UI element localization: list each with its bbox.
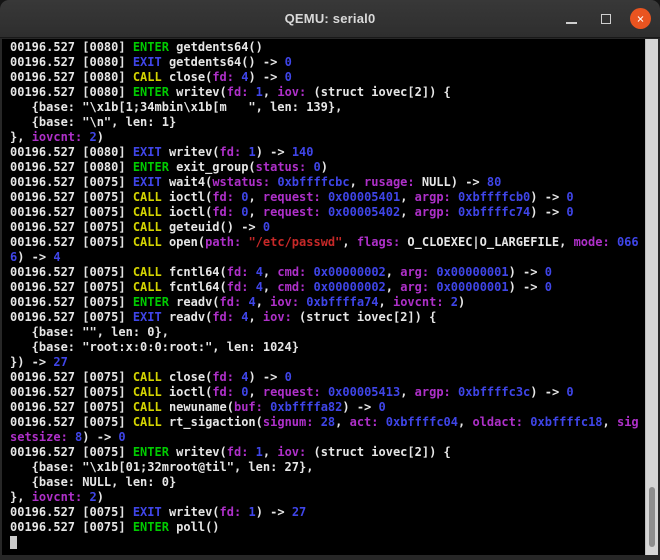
maximize-icon [601, 13, 611, 24]
terminal-line: 00196.527 [0080] ENTER exit_group(status… [10, 160, 328, 174]
terminal-line: 00196.527 [0075] CALL fcntl64(fd: 4, cmd… [10, 265, 552, 279]
terminal-line: 00196.527 [0075] CALL rt_sigaction(signu… [10, 415, 639, 429]
terminal-line: 00196.527 [0080] EXIT getdents64() -> 0 [10, 55, 292, 69]
terminal-line: 00196.527 [0075] CALL ioctl(fd: 0, reque… [10, 190, 574, 204]
terminal-line: {base: "\x1b[1;34mbin\x1b[m ", len: 139}… [10, 100, 343, 114]
terminal-line: 00196.527 [0080] EXIT writev(fd: 1) -> 1… [10, 145, 314, 159]
terminal-line: }, iovcnt: 2) [10, 490, 104, 504]
terminal-line: 00196.527 [0075] EXIT writev(fd: 1) -> 2… [10, 505, 307, 519]
terminal-line: {base: "", len: 0}, [10, 325, 169, 339]
minimize-icon [565, 21, 577, 24]
terminal-line: {base: "\x1b[01;32mroot@til", len: 27}, [10, 460, 314, 474]
maximize-button[interactable] [595, 8, 617, 30]
terminal-line: 00196.527 [0075] CALL close(fd: 4) -> 0 [10, 370, 292, 384]
terminal-line: 00196.527 [0075] CALL open(path: "/etc/p… [10, 235, 639, 249]
scrollbar-track[interactable] [645, 39, 658, 555]
terminal-line: {base: "\n", len: 1} [10, 115, 177, 129]
terminal-line: {base: "root:x:0:0:root:", len: 1024} [10, 340, 299, 354]
terminal-line: 00196.527 [0075] CALL ioctl(fd: 0, reque… [10, 205, 574, 219]
terminal-line: }) -> 27 [10, 355, 68, 369]
terminal-line: 00196.527 [0075] CALL newuname(buf: 0xbf… [10, 400, 386, 414]
terminal-line: 00196.527 [0075] ENTER poll() [10, 520, 220, 534]
titlebar[interactable]: QEMU: serial0 ✕ [0, 0, 660, 38]
terminal-area: 00196.527 [0080] ENTER getdents64() 00196… [2, 39, 658, 555]
terminal-output[interactable]: 00196.527 [0080] ENTER getdents64() 00196… [2, 39, 645, 555]
close-button[interactable]: ✕ [630, 8, 651, 29]
terminal-cursor [10, 536, 17, 549]
terminal-line: {base: NULL, len: 0} [10, 475, 177, 489]
scrollbar-thumb[interactable] [649, 487, 655, 547]
window-title: QEMU: serial0 [284, 11, 376, 26]
terminal-line: 00196.527 [0075] CALL fcntl64(fd: 4, cmd… [10, 280, 552, 294]
terminal-line: }, iovcnt: 2) [10, 130, 104, 144]
minimize-button[interactable] [560, 8, 582, 30]
terminal-line: 00196.527 [0075] CALL ioctl(fd: 0, reque… [10, 385, 574, 399]
terminal-line: setsize: 8) -> 0 [10, 430, 126, 444]
terminal-line: 00196.527 [0075] CALL geteuid() -> 0 [10, 220, 271, 234]
terminal-line: 00196.527 [0080] ENTER getdents64() [10, 40, 263, 54]
terminal-cursor-line [10, 535, 645, 550]
close-icon: ✕ [636, 11, 645, 25]
terminal-line: 00196.527 [0075] ENTER writev(fd: 1, iov… [10, 445, 451, 459]
terminal-line: 00196.527 [0080] CALL close(fd: 4) -> 0 [10, 70, 292, 84]
terminal-line: 00196.527 [0080] ENTER writev(fd: 1, iov… [10, 85, 451, 99]
window-controls: ✕ [560, 0, 651, 37]
terminal-line: 00196.527 [0075] EXIT readv(fd: 4, iov: … [10, 310, 437, 324]
terminal-line: 00196.527 [0075] ENTER readv(fd: 4, iov:… [10, 295, 466, 309]
terminal-line: 00196.527 [0075] EXIT wait4(wstatus: 0xb… [10, 175, 502, 189]
terminal-line: 6) -> 4 [10, 250, 61, 264]
qemu-window: QEMU: serial0 ✕ 00196.527 [0080] ENTER g… [0, 0, 660, 560]
